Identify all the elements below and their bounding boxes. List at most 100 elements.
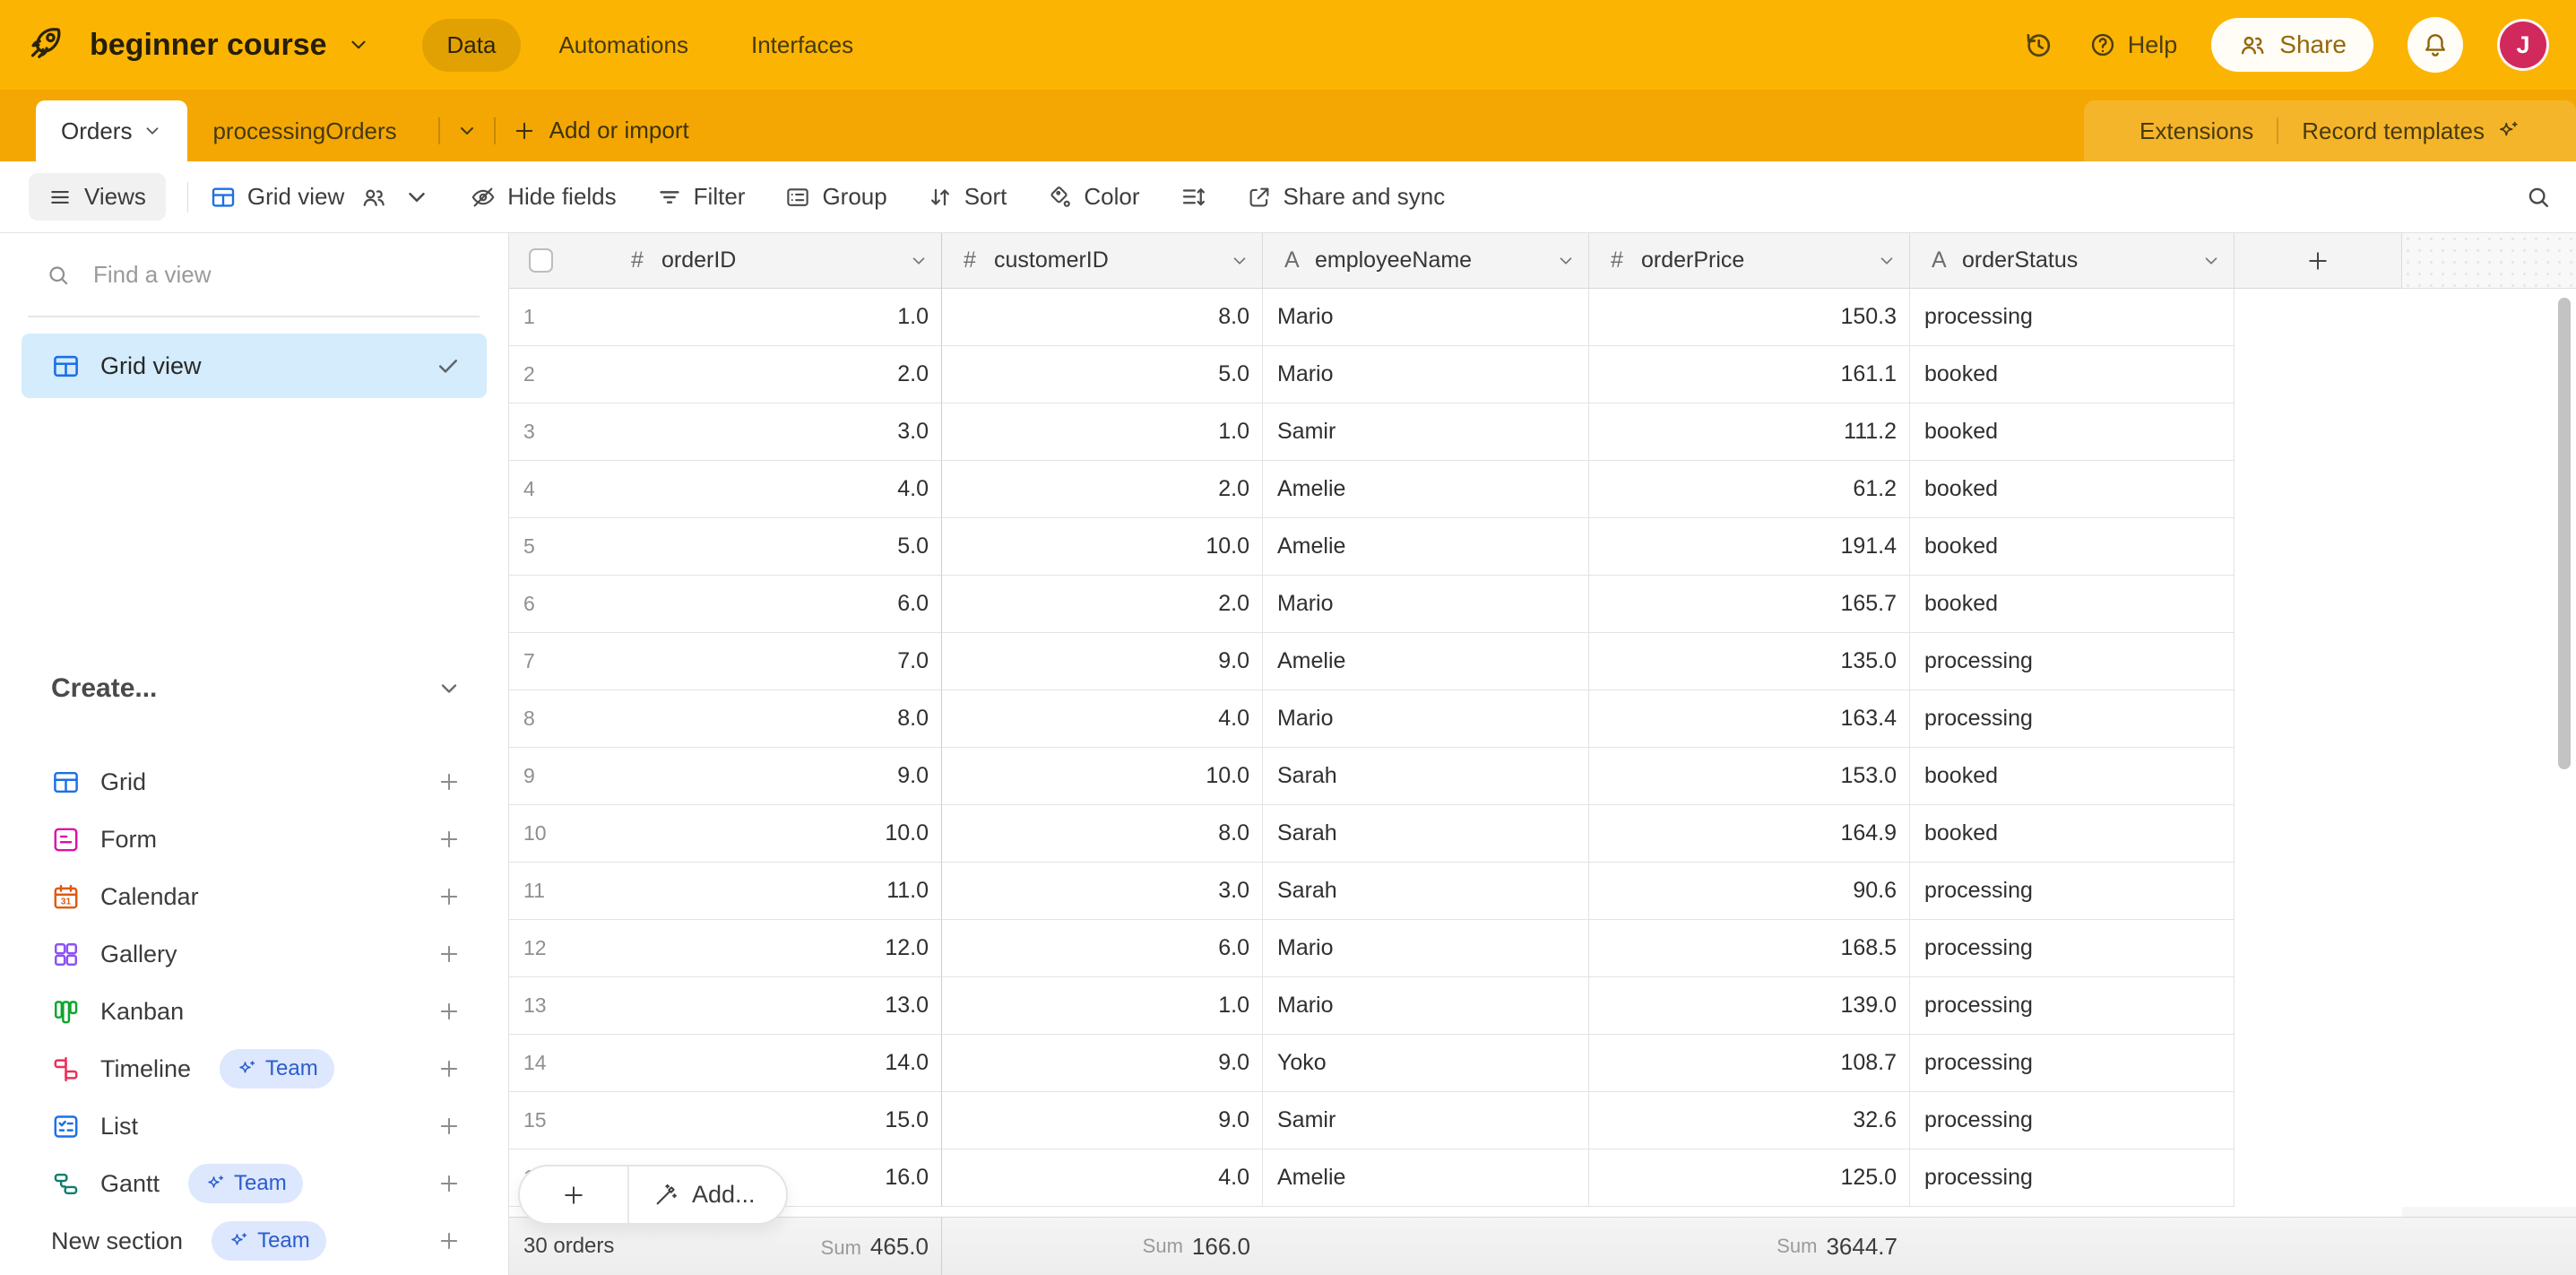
extensions-button[interactable]: Extensions xyxy=(2116,117,2277,145)
cell-orderStatus[interactable]: processing xyxy=(1910,863,2235,920)
group-button[interactable]: Group xyxy=(784,183,886,211)
cell-orderPrice[interactable]: 125.0 xyxy=(1589,1149,1910,1207)
create-item-calendar[interactable]: 31Calendar xyxy=(0,868,508,925)
cell-orderPrice[interactable]: 153.0 xyxy=(1589,748,1910,805)
row-number[interactable]: 3 xyxy=(509,403,609,461)
create-item-list[interactable]: List xyxy=(0,1097,508,1155)
help-button[interactable]: Help xyxy=(2088,30,2178,59)
cell-customerID[interactable]: 1.0 xyxy=(942,977,1263,1035)
column-header-orderID[interactable]: # orderID xyxy=(609,233,942,289)
cell-customerID[interactable]: 10.0 xyxy=(942,518,1263,576)
row-number[interactable]: 6 xyxy=(509,576,609,633)
column-header-orderPrice[interactable]: # orderPrice xyxy=(1589,233,1910,289)
cell-orderStatus[interactable]: processing xyxy=(1910,1035,2235,1092)
cell-orderPrice[interactable]: 164.9 xyxy=(1589,805,1910,863)
share-and-sync-button[interactable]: Share and sync xyxy=(1246,183,1446,211)
summary-employeeName[interactable] xyxy=(1263,1218,1589,1275)
cell-employeeName[interactable]: Mario xyxy=(1263,576,1589,633)
row-number[interactable]: 5 xyxy=(509,518,609,576)
plus-icon[interactable] xyxy=(437,827,462,852)
nav-tab-interfaces[interactable]: Interfaces xyxy=(726,19,878,72)
cell-orderStatus[interactable]: processing xyxy=(1910,1149,2235,1207)
cell-orderPrice[interactable]: 163.4 xyxy=(1589,690,1910,748)
find-view-search[interactable] xyxy=(45,260,472,290)
nav-tab-data[interactable]: Data xyxy=(422,19,522,72)
row-number[interactable]: 1 xyxy=(509,289,609,346)
create-item-form[interactable]: Form xyxy=(0,811,508,868)
cell-employeeName[interactable]: Amelie xyxy=(1263,518,1589,576)
cell-customerID[interactable]: 4.0 xyxy=(942,1149,1263,1207)
chevron-down-icon[interactable] xyxy=(347,33,370,56)
cell-orderID[interactable]: 12.0 xyxy=(609,920,942,977)
color-button[interactable]: Color xyxy=(1046,183,1139,211)
cell-orderID[interactable]: 14.0 xyxy=(609,1035,942,1092)
history-icon[interactable] xyxy=(2022,29,2054,61)
row-number[interactable]: 10 xyxy=(509,805,609,863)
cell-employeeName[interactable]: Samir xyxy=(1263,403,1589,461)
tab-orders[interactable]: Orders xyxy=(36,100,187,161)
create-item-new-section[interactable]: New sectionTeam xyxy=(0,1212,508,1270)
cell-orderID[interactable]: 10.0 xyxy=(609,805,942,863)
cell-orderStatus[interactable]: processing xyxy=(1910,289,2235,346)
row-height-button[interactable] xyxy=(1180,184,1206,211)
tables-chevron-down-icon[interactable] xyxy=(456,120,478,142)
cell-customerID[interactable]: 9.0 xyxy=(942,633,1263,690)
cell-orderPrice[interactable]: 165.7 xyxy=(1589,576,1910,633)
plus-icon[interactable] xyxy=(437,1228,462,1253)
cell-employeeName[interactable]: Mario xyxy=(1263,920,1589,977)
cell-employeeName[interactable]: Mario xyxy=(1263,690,1589,748)
notifications-button[interactable] xyxy=(2407,17,2463,73)
create-item-gantt[interactable]: GanttTeam xyxy=(0,1155,508,1212)
select-all-checkbox[interactable] xyxy=(529,248,553,273)
plus-icon[interactable] xyxy=(437,884,462,909)
cell-orderPrice[interactable]: 90.6 xyxy=(1589,863,1910,920)
cell-orderStatus[interactable]: processing xyxy=(1910,1092,2235,1149)
cell-employeeName[interactable]: Amelie xyxy=(1263,461,1589,518)
tab-processing-orders[interactable]: processingOrders xyxy=(187,100,421,161)
cell-orderStatus[interactable]: booked xyxy=(1910,346,2235,403)
plus-icon[interactable] xyxy=(437,1056,462,1081)
row-number[interactable]: 12 xyxy=(509,920,609,977)
filter-button[interactable]: Filter xyxy=(656,183,746,211)
summary-orderStatus[interactable] xyxy=(1910,1218,2235,1275)
cell-customerID[interactable]: 3.0 xyxy=(942,863,1263,920)
cell-customerID[interactable]: 4.0 xyxy=(942,690,1263,748)
cell-customerID[interactable]: 1.0 xyxy=(942,403,1263,461)
cell-customerID[interactable]: 5.0 xyxy=(942,346,1263,403)
cell-customerID[interactable]: 6.0 xyxy=(942,920,1263,977)
cell-orderID[interactable]: 4.0 xyxy=(609,461,942,518)
cell-employeeName[interactable]: Amelie xyxy=(1263,633,1589,690)
row-number[interactable]: 4 xyxy=(509,461,609,518)
views-button[interactable]: Views xyxy=(29,173,166,221)
plus-icon[interactable] xyxy=(437,1171,462,1196)
cell-orderPrice[interactable]: 191.4 xyxy=(1589,518,1910,576)
row-number[interactable]: 13 xyxy=(509,977,609,1035)
avatar[interactable]: J xyxy=(2497,19,2549,71)
cell-orderStatus[interactable]: processing xyxy=(1910,690,2235,748)
cell-orderPrice[interactable]: 139.0 xyxy=(1589,977,1910,1035)
add-with-ai-button[interactable]: Add... xyxy=(629,1181,786,1209)
row-number[interactable]: 2 xyxy=(509,346,609,403)
cell-orderPrice[interactable]: 161.1 xyxy=(1589,346,1910,403)
create-item-kanban[interactable]: Kanban xyxy=(0,983,508,1040)
plus-icon[interactable] xyxy=(437,1114,462,1139)
cell-orderStatus[interactable]: booked xyxy=(1910,748,2235,805)
cell-orderID[interactable]: 8.0 xyxy=(609,690,942,748)
cell-customerID[interactable]: 8.0 xyxy=(942,289,1263,346)
cell-orderStatus[interactable]: booked xyxy=(1910,576,2235,633)
row-number[interactable]: 14 xyxy=(509,1035,609,1092)
cell-orderID[interactable]: 6.0 xyxy=(609,576,942,633)
cell-orderID[interactable]: 13.0 xyxy=(609,977,942,1035)
cell-customerID[interactable]: 8.0 xyxy=(942,805,1263,863)
cell-customerID[interactable]: 10.0 xyxy=(942,748,1263,805)
rocket-logo-icon[interactable] xyxy=(27,24,68,65)
search-icon[interactable] xyxy=(2524,183,2553,212)
vertical-scrollbar[interactable] xyxy=(2556,296,2572,771)
cell-customerID[interactable]: 2.0 xyxy=(942,461,1263,518)
cell-orderID[interactable]: 3.0 xyxy=(609,403,942,461)
create-item-timeline[interactable]: TimelineTeam xyxy=(0,1040,508,1097)
cell-orderID[interactable]: 15.0 xyxy=(609,1092,942,1149)
cell-orderPrice[interactable]: 111.2 xyxy=(1589,403,1910,461)
cell-orderStatus[interactable]: booked xyxy=(1910,518,2235,576)
share-button[interactable]: Share xyxy=(2211,18,2373,72)
